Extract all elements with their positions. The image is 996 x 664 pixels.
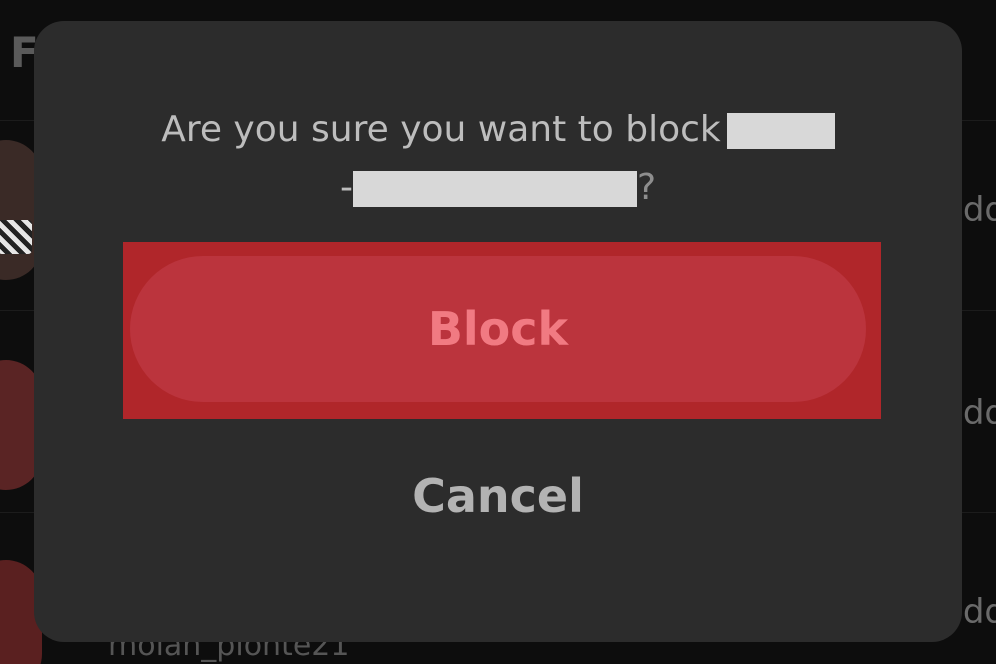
block-dialog: Are you sure you want to block -? Block …	[34, 21, 962, 642]
block-prompt-text: Are you sure you want to block	[161, 109, 721, 150]
add-friend-button: dd	[962, 592, 996, 632]
add-friend-button: dd	[962, 393, 996, 433]
add-friend-button: dd	[962, 190, 996, 230]
redacted-name-dash: -	[339, 167, 353, 208]
redacted-name-part	[726, 113, 835, 149]
redacted-username	[352, 171, 637, 207]
face-mask-pattern	[0, 220, 32, 254]
block-prompt: Are you sure you want to block -?	[114, 101, 882, 217]
prompt-question-mark: ?	[636, 167, 657, 208]
block-confirmation-screen: F dd dd dd molan_pionte21 Are you sure y…	[0, 0, 996, 664]
block-button-highlight: Block	[123, 242, 881, 419]
cancel-button[interactable]: Cancel	[348, 451, 648, 541]
block-button[interactable]: Block	[130, 256, 866, 402]
